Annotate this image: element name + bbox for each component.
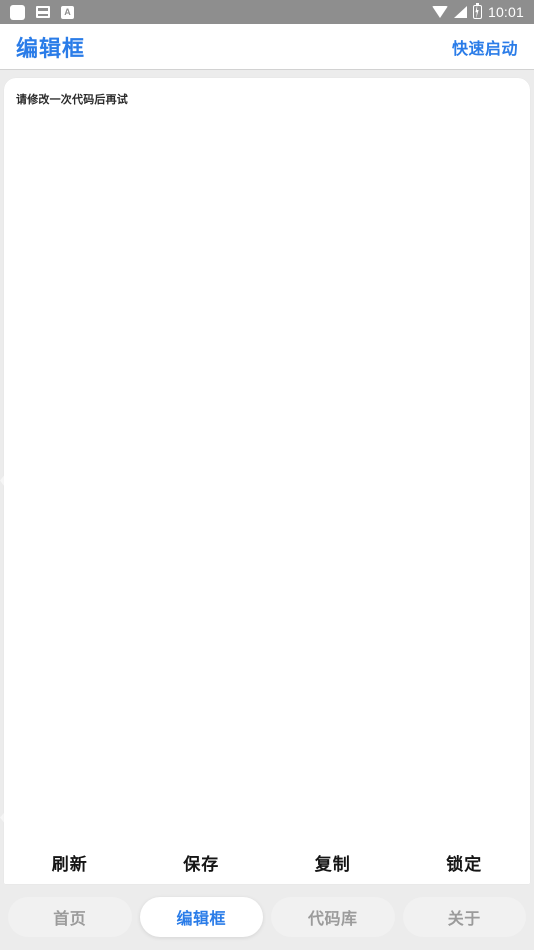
tab-editor[interactable]: 编辑框 (139, 897, 263, 937)
status-bar: A 10:01 (0, 0, 534, 24)
letter-a-icon: A (61, 5, 74, 19)
tab-home[interactable]: 首页 (8, 897, 132, 937)
copy-button[interactable]: 复制 (267, 850, 399, 875)
page-title: 编辑框 (16, 35, 86, 61)
tab-about[interactable]: 关于 (402, 897, 526, 937)
editor-textarea[interactable]: 请修改一次代码后再试 (16, 92, 518, 109)
battery-charging-icon (472, 3, 482, 19)
editor-card: 请修改一次代码后再试 刷新 保存 复制 锁定 (4, 78, 530, 884)
app-root: A 10:01 编辑框 快速启动 请修改一次代码后再试 刷新 保存 复制 锁定 (0, 0, 534, 950)
status-bar-clock: 10:01 (487, 4, 524, 20)
card-icon (36, 6, 50, 18)
tab-code-library[interactable]: 代码库 (271, 897, 395, 937)
signal-icon (453, 6, 467, 18)
status-bar-right-icons: 10:01 (431, 3, 524, 20)
content-area: 请修改一次代码后再试 刷新 保存 复制 锁定 (0, 70, 534, 884)
action-bar: 刷新 保存 复制 锁定 (4, 840, 530, 884)
status-bar-left-icons: A (10, 4, 74, 20)
refresh-button[interactable]: 刷新 (4, 850, 136, 875)
app-square-icon (10, 4, 25, 20)
bottom-tab-bar: 首页 编辑框 代码库 关于 (0, 884, 534, 950)
save-button[interactable]: 保存 (136, 850, 268, 875)
app-header: 编辑框 快速启动 (0, 24, 534, 70)
editor-scroll-area[interactable]: 请修改一次代码后再试 (4, 78, 530, 840)
wifi-icon (431, 6, 448, 18)
lock-button[interactable]: 锁定 (399, 850, 531, 875)
quick-launch-button[interactable]: 快速启动 (452, 35, 518, 59)
